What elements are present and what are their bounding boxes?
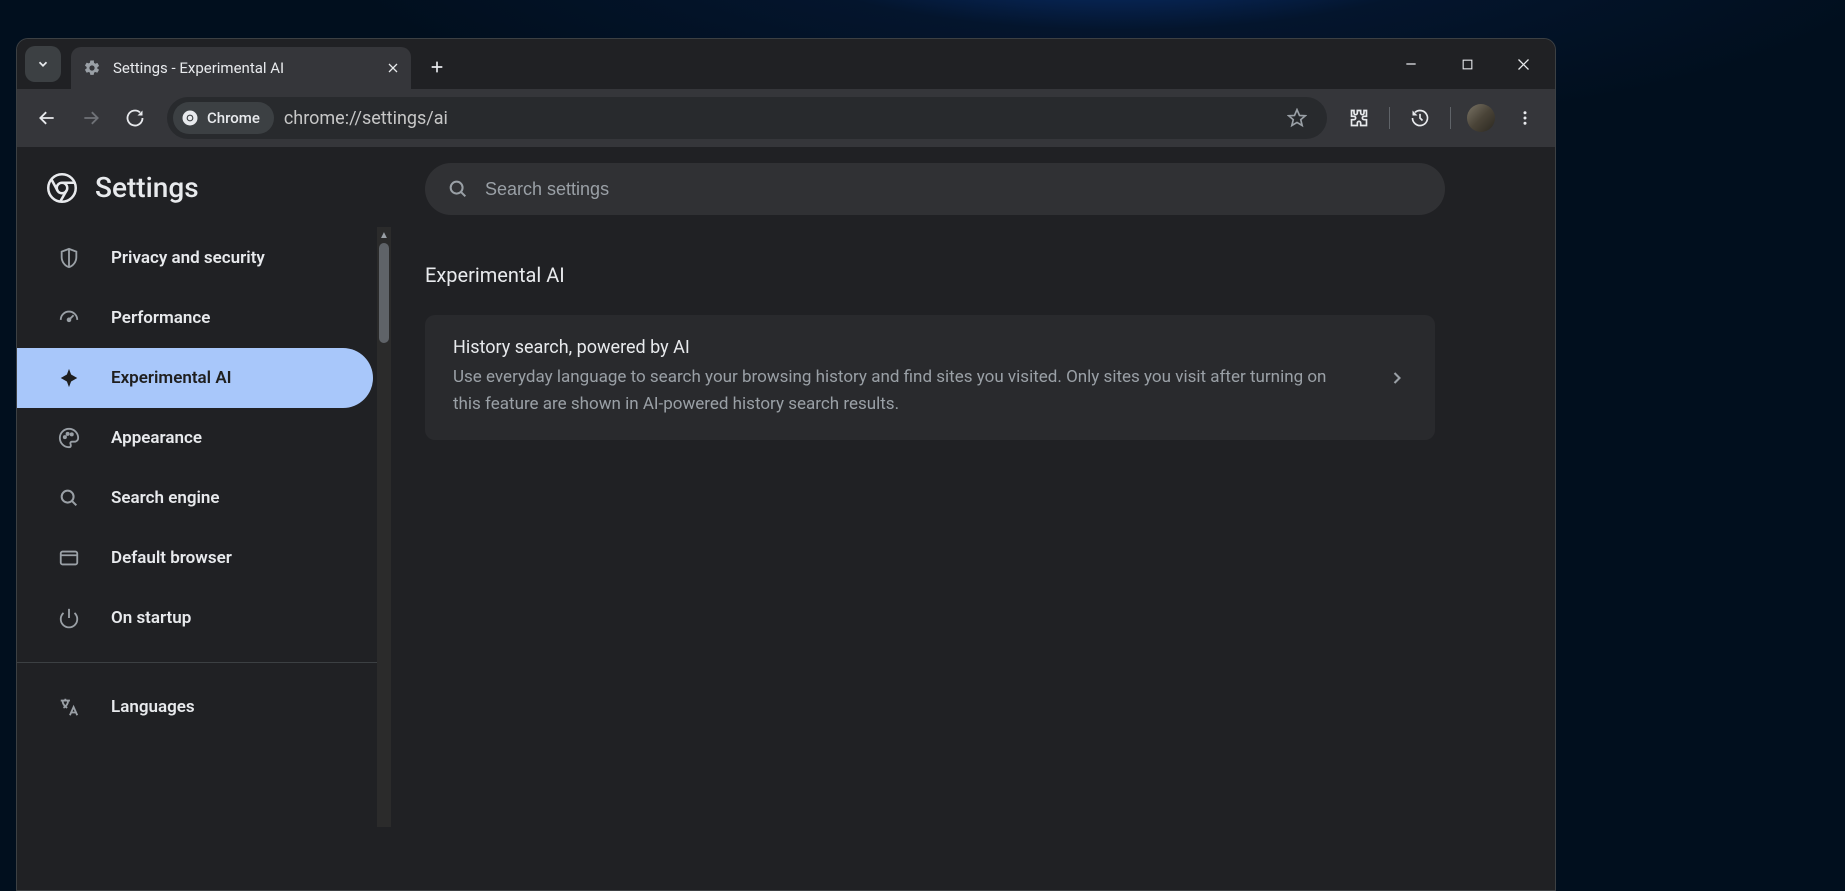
search-input[interactable] [485,179,1423,200]
menu-button[interactable] [1505,98,1545,138]
chevron-right-icon [1387,368,1407,388]
card-text: History search, powered by AI Use everyd… [453,337,1387,418]
extensions-button[interactable] [1339,98,1379,138]
main-panel: Experimental AI History search, powered … [377,147,1555,890]
card-title: History search, powered by AI [453,337,1357,358]
sidebar-scrollbar[interactable]: ▲ [377,227,391,827]
sidebar: Settings Privacy and security Performanc… [17,147,377,890]
toolbar: Chrome chrome://settings/ai [17,89,1555,147]
sidebar-item-label: Search engine [111,488,220,508]
window-icon [57,546,81,570]
settings-header: Settings [17,163,377,228]
tab-settings[interactable]: Settings - Experimental AI [71,47,411,89]
sidebar-item-appearance[interactable]: Appearance [17,408,377,468]
minimize-button[interactable] [1383,44,1439,84]
settings-title: Settings [95,171,199,204]
speedometer-icon [57,306,81,330]
plus-icon [429,59,445,75]
star-icon [1287,108,1307,128]
bookmark-button[interactable] [1277,98,1317,138]
settings-row-history-search[interactable]: History search, powered by AI Use everyd… [425,315,1435,440]
history-icon [1410,108,1430,128]
palette-icon [57,426,81,450]
sidebar-item-privacy[interactable]: Privacy and security [17,228,377,288]
chrome-logo-icon [47,173,77,203]
omnibox[interactable]: Chrome chrome://settings/ai [167,97,1327,139]
tab-close-button[interactable] [387,62,399,74]
magnifier-icon [57,486,81,510]
kebab-icon [1516,109,1534,127]
sidebar-item-performance[interactable]: Performance [17,288,377,348]
new-tab-button[interactable] [419,49,455,85]
search-settings[interactable] [425,163,1445,215]
sidebar-item-label: On startup [111,608,191,628]
sidebar-item-on-startup[interactable]: On startup [17,588,377,648]
arrow-left-icon [37,108,57,128]
sidebar-item-label: Privacy and security [111,248,265,268]
url-text: chrome://settings/ai [284,108,448,129]
sidebar-item-label: Performance [111,308,210,328]
close-icon [1516,57,1531,72]
chrome-logo-icon [181,109,199,127]
page-heading: Experimental AI [425,263,1475,287]
translate-icon [57,695,81,719]
tab-search-button[interactable] [25,46,61,82]
shield-icon [57,246,81,270]
maximize-button[interactable] [1439,44,1495,84]
sidebar-item-label: Default browser [111,548,232,568]
gear-icon [83,59,101,77]
scrollbar-thumb[interactable] [379,243,389,343]
sidebar-item-experimental-ai[interactable]: Experimental AI [17,348,373,408]
sparkle-icon [57,366,81,390]
history-button[interactable] [1400,98,1440,138]
puzzle-icon [1349,108,1369,128]
tab-title: Settings - Experimental AI [113,59,284,77]
sidebar-item-languages[interactable]: Languages [17,677,377,737]
forward-button[interactable] [71,98,111,138]
close-window-button[interactable] [1495,44,1551,84]
sidebar-item-default-browser[interactable]: Default browser [17,528,377,588]
browser-window: Settings - Experimental AI [16,38,1556,891]
site-chip[interactable]: Chrome [173,102,274,134]
chevron-down-icon [36,57,50,71]
maximize-icon [1461,58,1474,71]
settings-content: Settings Privacy and security Performanc… [17,147,1555,890]
sidebar-item-label: Experimental AI [111,368,232,388]
toolbar-divider [1450,107,1451,129]
scroll-up-icon[interactable]: ▲ [377,227,391,243]
close-icon [387,62,399,74]
avatar-icon [1467,104,1495,132]
reload-icon [125,108,145,128]
chip-label: Chrome [207,109,260,127]
reload-button[interactable] [115,98,155,138]
sidebar-item-label: Languages [111,697,195,717]
sidebar-item-label: Appearance [111,428,202,448]
window-controls [1383,39,1551,89]
profile-button[interactable] [1461,98,1501,138]
back-button[interactable] [27,98,67,138]
toolbar-divider [1389,107,1390,129]
magnifier-icon [447,178,469,200]
card-description: Use everyday language to search your bro… [453,364,1357,418]
sidebar-separator [17,662,377,663]
tabstrip: Settings - Experimental AI [17,39,1555,89]
sidebar-item-search-engine[interactable]: Search engine [17,468,377,528]
arrow-right-icon [81,108,101,128]
power-icon [57,606,81,630]
minimize-icon [1404,57,1418,71]
sidebar-nav: Privacy and security Performance Experim… [17,228,377,737]
